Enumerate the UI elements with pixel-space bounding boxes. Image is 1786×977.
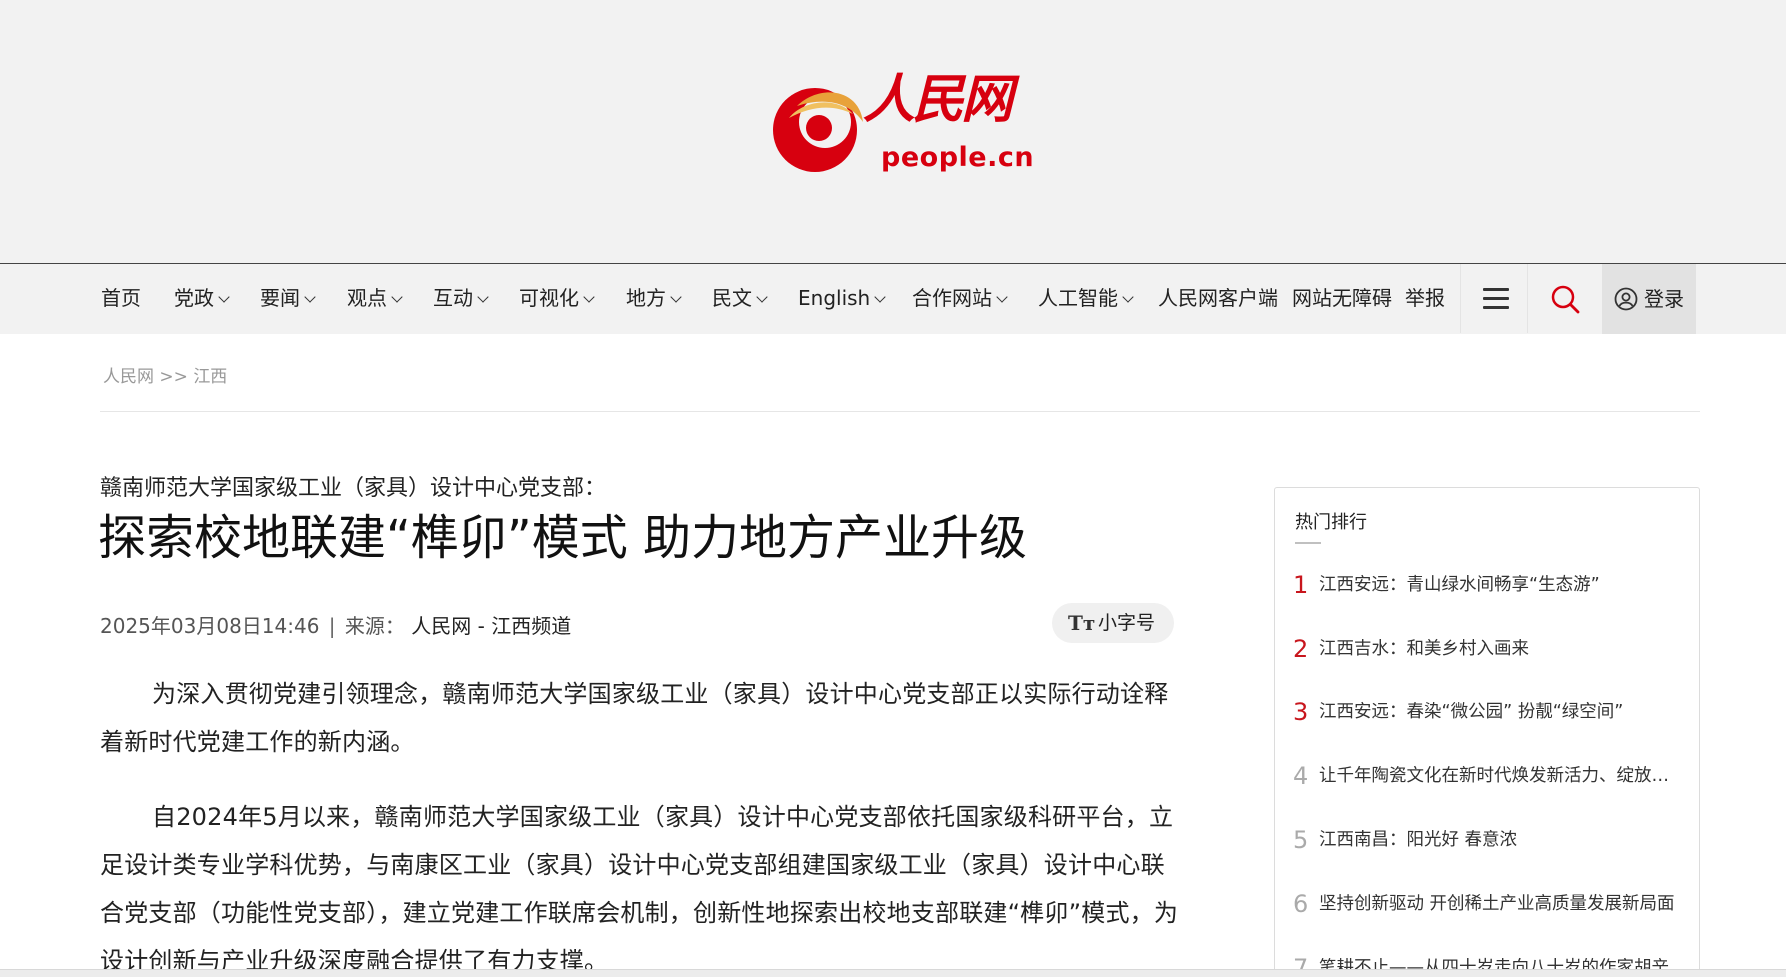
nav-item-client-app[interactable]: 人民网客户端: [1158, 264, 1278, 333]
horizontal-scrollbar[interactable]: [0, 969, 1786, 977]
breadcrumb-separator: >>: [159, 367, 188, 387]
nav-item-home[interactable]: 首页: [101, 264, 141, 333]
breadcrumb: 人民网 >> 江西: [103, 362, 227, 387]
ranking-item-link[interactable]: 江西吉水：和美乡村入画来: [1319, 634, 1683, 664]
hot-ranking-panel: 热门排行 1 江西安远：青山绿水间畅享“生态游” 2 江西吉水：和美乡村入画来 …: [1274, 487, 1700, 977]
menu-button[interactable]: [1460, 264, 1528, 333]
article-title: 探索校地联建“榫卯”模式 助力地方产业升级: [98, 510, 1027, 566]
people-cn-logo[interactable]: 人民网 people.cn: [767, 74, 1037, 183]
nav-item-ai[interactable]: 人工智能: [1038, 264, 1134, 333]
rank-number: 2: [1293, 635, 1309, 663]
ranking-item[interactable]: 4 让千年陶瓷文化在新时代焕发新活力、绽放新光彩: [1293, 761, 1683, 791]
logo-english-text: people.cn: [881, 142, 1035, 173]
article-meta: 2025年03月08日14:46 | 来源： 人民网 - 江西频道: [100, 610, 571, 639]
nav-item-ethnic-languages[interactable]: 民文: [712, 264, 768, 333]
rank-number: 5: [1293, 826, 1309, 854]
site-header: 人民网 people.cn: [0, 0, 1786, 263]
nav-item-report[interactable]: 举报: [1405, 264, 1445, 333]
chevron-down-icon: [391, 291, 403, 303]
nav-item-opinion[interactable]: 观点: [347, 264, 403, 333]
title-underline: [1295, 542, 1321, 544]
ranking-item[interactable]: 5 江西南昌：阳光好 春意浓: [1293, 825, 1683, 855]
ranking-item[interactable]: 1 江西安远：青山绿水间畅享“生态游”: [1293, 570, 1683, 600]
meta-separator: |: [328, 614, 336, 638]
chevron-down-icon: [477, 291, 489, 303]
font-size-icon: Tт: [1068, 611, 1096, 635]
rank-number: 3: [1293, 698, 1309, 726]
article-kicker: 赣南师范大学国家级工业（家具）设计中心党支部：: [100, 476, 607, 501]
rank-number: 1: [1293, 571, 1309, 599]
login-label: 登录: [1644, 287, 1684, 311]
nav-item-accessibility[interactable]: 网站无障碍: [1292, 264, 1392, 333]
breadcrumb-home-link[interactable]: 人民网: [103, 367, 154, 387]
breadcrumb-divider: [100, 411, 1700, 412]
rank-number: 6: [1293, 890, 1309, 918]
nav-item-party-gov[interactable]: 党政: [174, 264, 230, 333]
nav-item-headlines[interactable]: 要闻: [260, 264, 316, 333]
ranking-item-link[interactable]: 江西南昌：阳光好 春意浓: [1319, 825, 1683, 855]
menu-icon: [1483, 288, 1509, 309]
main-nav: 首页 党政 要闻 观点 互动 可视化 地方 民文 English 合作网站 人工…: [0, 263, 1786, 334]
ranking-item-link[interactable]: 让千年陶瓷文化在新时代焕发新活力、绽放新光彩: [1319, 761, 1683, 791]
chevron-down-icon: [756, 291, 768, 303]
logo-emblem-icon: [773, 88, 863, 172]
chevron-down-icon: [1122, 291, 1134, 303]
nav-item-partner-sites[interactable]: 合作网站: [912, 264, 1008, 333]
nav-item-english[interactable]: English: [798, 264, 886, 333]
publish-date: 2025年03月08日14:46: [100, 614, 320, 638]
ranking-item-link[interactable]: 坚持创新驱动 开创稀土产业高质量发展新局面: [1319, 889, 1683, 919]
search-icon[interactable]: [1550, 284, 1580, 314]
font-size-label: 小字号: [1098, 612, 1156, 634]
ranking-item-link[interactable]: 江西安远：春染“微公园” 扮靓“绿空间”: [1319, 697, 1683, 727]
logo-chinese-text: 人民网: [863, 69, 1013, 130]
chevron-down-icon: [304, 291, 316, 303]
nav-item-interaction[interactable]: 互动: [433, 264, 489, 333]
source-label: 来源：: [344, 614, 405, 638]
article-paragraph: 自2024年5月以来，赣南师范大学国家级工业（家具）设计中心党支部依托国家级科研…: [100, 803, 1179, 975]
chevron-down-icon: [670, 291, 682, 303]
login-button[interactable]: 登录: [1602, 264, 1696, 334]
chevron-down-icon: [218, 291, 230, 303]
chevron-down-icon: [996, 291, 1008, 303]
hot-ranking-title: 热门排行: [1295, 512, 1367, 533]
source-link[interactable]: 人民网 - 江西频道: [411, 614, 571, 638]
nav-item-visualization[interactable]: 可视化: [519, 264, 595, 333]
chevron-down-icon: [583, 291, 595, 303]
breadcrumb-current-link[interactable]: 江西: [193, 367, 227, 387]
rank-number: 4: [1293, 762, 1309, 790]
ranking-item-link[interactable]: 江西安远：青山绿水间畅享“生态游”: [1319, 570, 1683, 600]
user-icon: [1614, 287, 1638, 311]
article-paragraph: 为深入贯彻党建引领理念，赣南师范大学国家级工业（家具）设计中心党支部正以实际行动…: [100, 680, 1169, 756]
font-size-toggle-button[interactable]: Tт 小字号: [1052, 603, 1174, 643]
chevron-down-icon: [874, 291, 886, 303]
ranking-item[interactable]: 3 江西安远：春染“微公园” 扮靓“绿空间”: [1293, 697, 1683, 727]
ranking-item[interactable]: 6 坚持创新驱动 开创稀土产业高质量发展新局面: [1293, 889, 1683, 919]
nav-item-local[interactable]: 地方: [626, 264, 682, 333]
ranking-item[interactable]: 2 江西吉水：和美乡村入画来: [1293, 634, 1683, 664]
